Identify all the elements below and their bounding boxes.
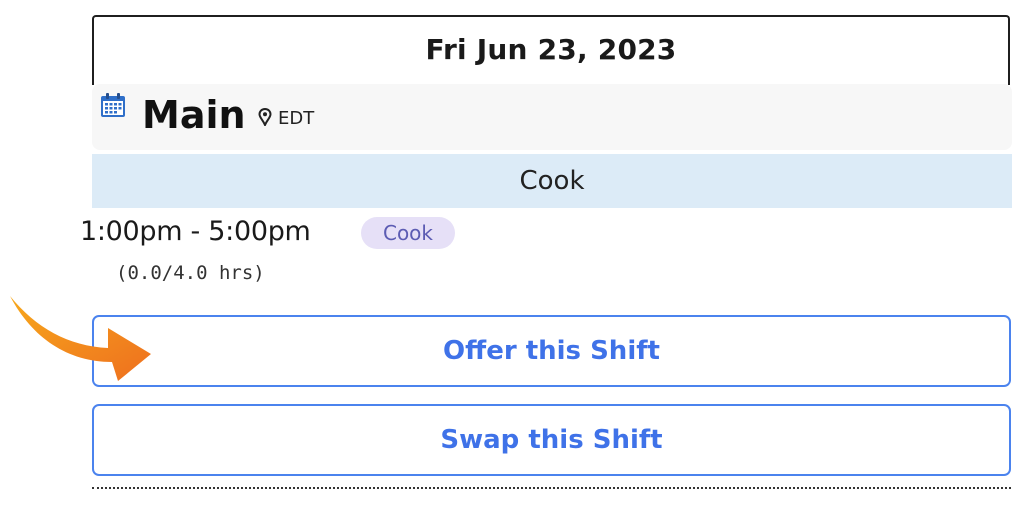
timezone-label: EDT — [278, 108, 315, 129]
calendar-icon — [101, 93, 125, 117]
role-banner-label: Cook — [519, 166, 585, 196]
section-divider — [92, 487, 1011, 489]
role-banner: Cook — [92, 154, 1012, 208]
location-panel: Main EDT — [92, 84, 1012, 150]
swap-shift-button[interactable]: Swap this Shift — [92, 404, 1011, 476]
shift-time-range: 1:00pm - 5:00pm — [80, 216, 311, 247]
location-name: Main — [142, 93, 246, 137]
shift-date: Fri Jun 23, 2023 — [425, 33, 677, 66]
arrow-pointer-icon — [10, 296, 151, 381]
offer-shift-button[interactable]: Offer this Shift — [92, 315, 1011, 387]
date-header: Fri Jun 23, 2023 — [92, 15, 1010, 85]
role-badge: Cook — [361, 217, 455, 249]
map-pin-icon — [258, 108, 272, 126]
shift-detail-view: Fri Jun 23, 2023 Main EDT Cook 1:00pm - … — [0, 0, 1024, 505]
shift-hours: (0.0/4.0 hrs) — [116, 262, 265, 284]
